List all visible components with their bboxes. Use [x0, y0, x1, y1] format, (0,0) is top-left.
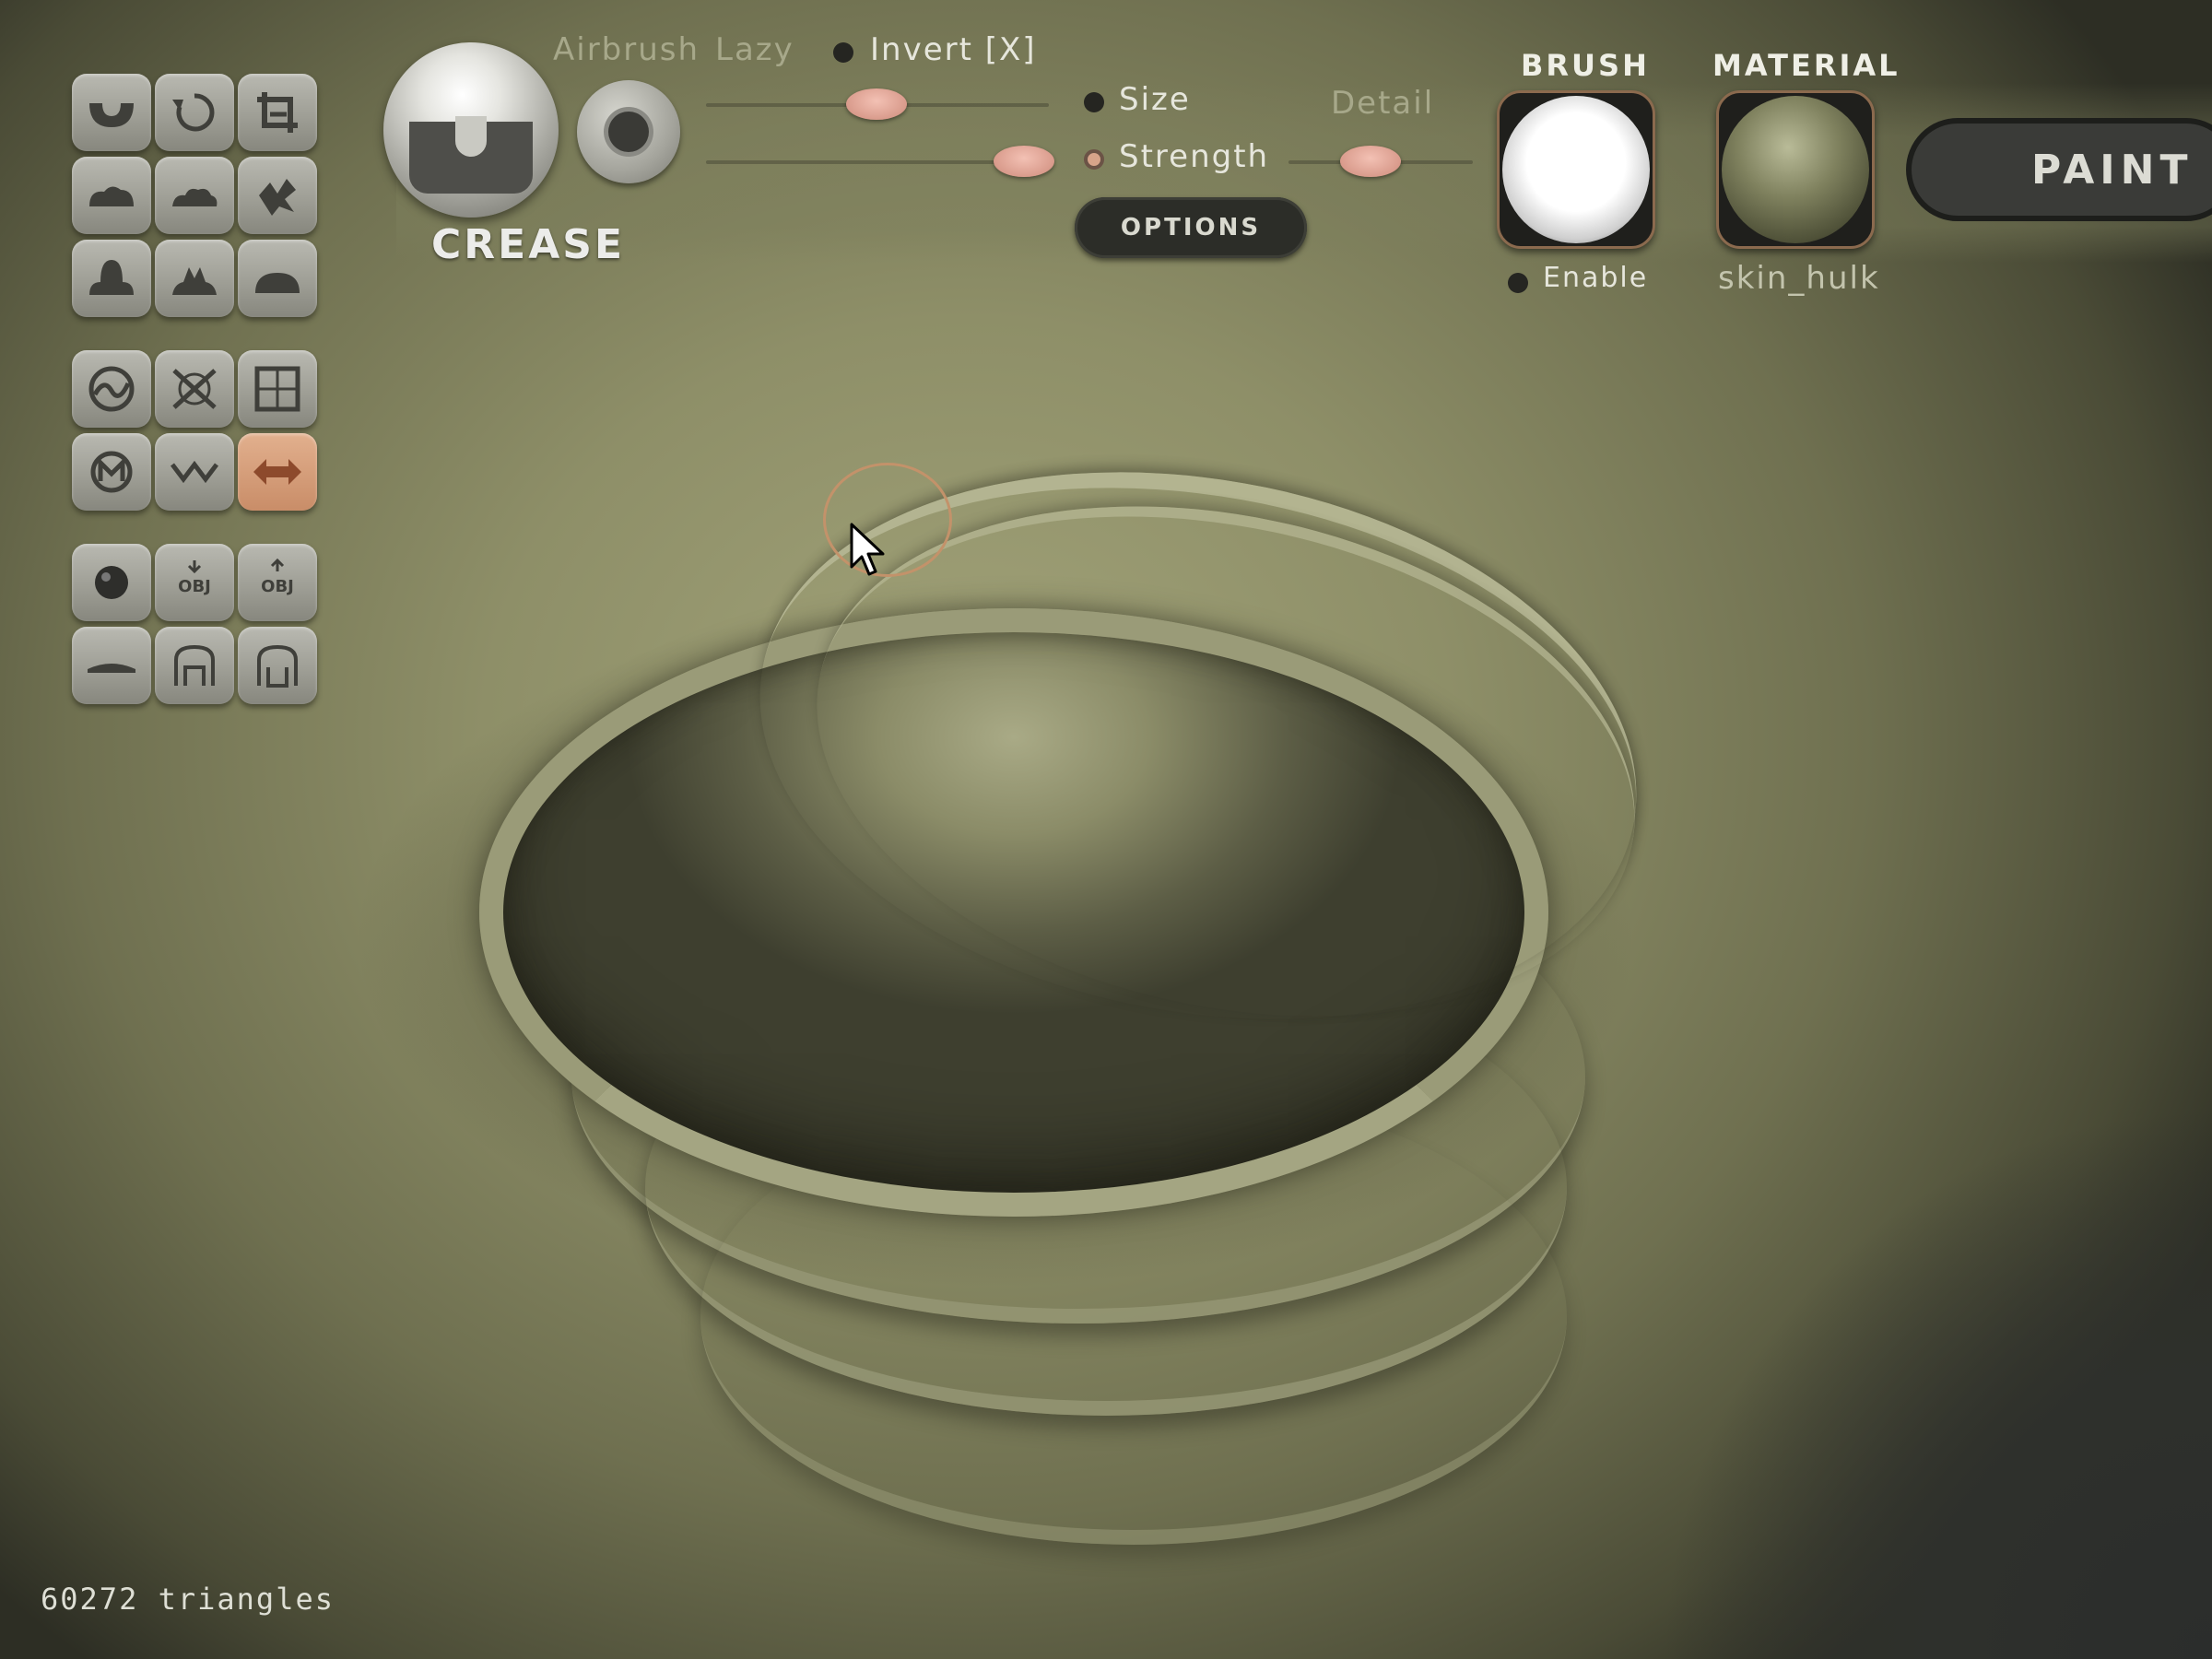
material-preview — [1722, 96, 1869, 243]
airbrush-label: Airbrush — [553, 31, 700, 68]
brush-header: BRUSH — [1521, 48, 1650, 83]
ground-plane-tool-button[interactable] — [72, 627, 151, 704]
smooth-brush-icon — [89, 186, 134, 206]
import-obj-tool-button[interactable]: OBJ — [155, 544, 234, 621]
svg-text:OBJ: OBJ — [261, 577, 294, 596]
wave-tool-button[interactable] — [155, 433, 234, 511]
stroke-curve-tool-button[interactable] — [72, 350, 151, 428]
detail-label: Detail — [1331, 85, 1435, 122]
standard-brush-tool-button[interactable] — [72, 74, 151, 151]
lazy-label: Lazy — [715, 31, 794, 68]
save-icon — [174, 644, 215, 686]
inflate-brush-icon — [172, 188, 218, 206]
material-name-label: skin_hulk — [1718, 260, 1880, 297]
ground-plane-icon — [88, 664, 135, 673]
strength-label: Strength — [1119, 138, 1270, 175]
strength-radio[interactable] — [1084, 149, 1104, 170]
brush-alpha-swatch[interactable] — [1497, 90, 1655, 249]
size-slider-knob[interactable] — [994, 146, 1054, 177]
invert-label: Invert [X] — [870, 31, 1037, 68]
flatten-brush-tool-button[interactable] — [72, 240, 151, 317]
triangle-count: 60272 triangles — [41, 1582, 335, 1617]
invert-radio[interactable] — [833, 42, 853, 63]
options-button[interactable]: OPTIONS — [1075, 197, 1307, 258]
standard-brush-icon — [89, 103, 134, 127]
grid-icon — [254, 366, 300, 412]
sphere-tool-button[interactable] — [72, 544, 151, 621]
symmetry-icon — [90, 451, 133, 493]
crease-shape-icon — [409, 116, 533, 194]
crop-icon — [257, 92, 298, 133]
delete-icon — [172, 369, 217, 409]
export-obj-tool-button[interactable]: OBJ — [238, 544, 317, 621]
inflate-brush-tool-button[interactable] — [155, 157, 234, 234]
size-label: Size — [1119, 81, 1191, 118]
brush-cursor-ring — [823, 463, 952, 577]
enable-label: Enable — [1543, 262, 1649, 294]
grid-tool-button[interactable] — [238, 350, 317, 428]
mirror-tool-button[interactable] — [238, 433, 317, 511]
mouse-pointer-icon — [850, 523, 885, 576]
grab-brush-tool-button[interactable] — [238, 157, 317, 234]
layer-brush-tool-button[interactable] — [238, 240, 317, 317]
airbrush-toggle[interactable] — [577, 80, 680, 183]
size-radio[interactable] — [1084, 92, 1104, 112]
load-tool-button[interactable] — [238, 627, 317, 704]
pinch-brush-tool-button[interactable] — [155, 240, 234, 317]
layer-brush-icon — [255, 273, 300, 293]
enable-radio[interactable] — [1508, 273, 1528, 293]
load-icon — [257, 644, 298, 688]
mirror-icon — [253, 459, 301, 485]
lazy-slider-knob[interactable] — [846, 88, 907, 120]
brush-name-label: CREASE — [431, 221, 626, 268]
detail-slider-knob[interactable] — [1340, 146, 1401, 177]
brush-alpha-preview — [1502, 96, 1650, 243]
paint-mode-button[interactable]: PAINT — [1906, 118, 2212, 221]
sphere-icon — [95, 566, 128, 599]
wave-icon — [171, 460, 218, 484]
crop-tool-button[interactable] — [238, 74, 317, 151]
rotate-icon — [172, 93, 215, 132]
grab-brush-icon — [259, 179, 296, 216]
symmetry-tool-button[interactable] — [72, 433, 151, 511]
material-header: MATERIAL — [1712, 48, 1900, 83]
export-obj-icon: OBJ — [261, 558, 294, 596]
svg-text:OBJ: OBJ — [178, 577, 211, 596]
flatten-brush-icon — [89, 260, 134, 295]
brush-preview-button[interactable] — [383, 42, 559, 218]
import-obj-icon: OBJ — [178, 560, 211, 596]
save-tool-button[interactable] — [155, 627, 234, 704]
pinch-brush-icon — [172, 267, 217, 295]
material-swatch[interactable] — [1716, 90, 1875, 249]
stroke-curve-icon — [88, 366, 135, 412]
delete-tool-button[interactable] — [155, 350, 234, 428]
viewport-corner-shadow — [1567, 1014, 2212, 1659]
smooth-brush-tool-button[interactable] — [72, 157, 151, 234]
rotate-tool-button[interactable] — [155, 74, 234, 151]
